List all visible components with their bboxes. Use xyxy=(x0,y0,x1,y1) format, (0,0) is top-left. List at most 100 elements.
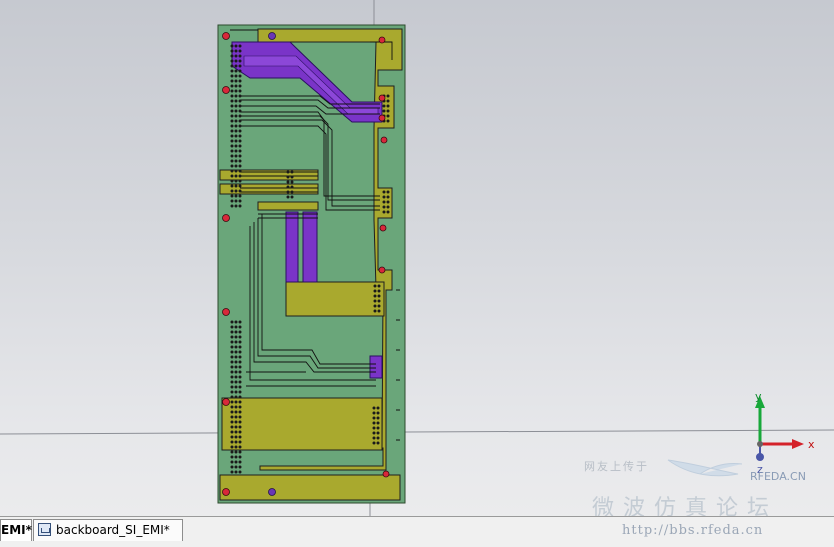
via xyxy=(376,426,380,430)
copper-block-lower xyxy=(221,397,383,451)
via xyxy=(373,299,377,303)
via xyxy=(377,294,381,298)
via xyxy=(238,149,242,153)
via xyxy=(234,330,238,334)
via xyxy=(286,190,290,194)
via xyxy=(386,190,390,194)
via xyxy=(230,450,234,454)
via xyxy=(372,411,376,415)
tab-backboard-si-emi[interactable]: backboard_SI_EMI* xyxy=(33,519,183,541)
via xyxy=(382,104,386,108)
via xyxy=(234,335,238,339)
via xyxy=(238,104,242,108)
via xyxy=(230,179,234,183)
via xyxy=(376,411,380,415)
via xyxy=(234,174,238,178)
via xyxy=(238,405,242,409)
via xyxy=(234,99,238,103)
via xyxy=(230,435,234,439)
watermark-bird-logo xyxy=(667,459,743,477)
via xyxy=(290,185,294,189)
via xyxy=(234,124,238,128)
via xyxy=(234,89,238,93)
pcb-board[interactable] xyxy=(217,24,406,504)
via xyxy=(377,309,381,313)
via xyxy=(386,205,390,209)
via xyxy=(386,119,390,123)
purple-trace-vertical-1 xyxy=(285,211,299,283)
via xyxy=(238,124,242,128)
via xyxy=(386,99,390,103)
via xyxy=(234,194,238,198)
via xyxy=(382,200,386,204)
via xyxy=(234,134,238,138)
via xyxy=(238,169,242,173)
via xyxy=(382,190,386,194)
via xyxy=(238,425,242,429)
via xyxy=(376,441,380,445)
x-axis-label: x xyxy=(808,438,815,451)
via xyxy=(234,350,238,354)
via xyxy=(230,390,234,394)
via xyxy=(230,365,234,369)
via xyxy=(230,49,234,53)
via xyxy=(238,355,242,359)
via xyxy=(230,114,234,118)
via xyxy=(377,304,381,308)
purple-pad-connector xyxy=(369,355,383,379)
via xyxy=(238,445,242,449)
via xyxy=(230,154,234,158)
via xyxy=(230,355,234,359)
via xyxy=(234,94,238,98)
watermark-forum-name: 微波仿真论坛 xyxy=(592,496,779,516)
via xyxy=(238,385,242,389)
via xyxy=(238,370,242,374)
via xyxy=(230,470,234,474)
axis-origin xyxy=(757,441,763,447)
via xyxy=(238,179,242,183)
via xyxy=(230,199,234,203)
via xyxy=(373,284,377,288)
via xyxy=(230,410,234,414)
via xyxy=(230,204,234,208)
via xyxy=(386,114,390,118)
via xyxy=(230,395,234,399)
via xyxy=(382,195,386,199)
via xyxy=(230,194,234,198)
via xyxy=(238,330,242,334)
via xyxy=(372,406,376,410)
tab-label: EMI* xyxy=(1,523,32,537)
via xyxy=(230,59,234,63)
via xyxy=(230,94,234,98)
via xyxy=(238,94,242,98)
via xyxy=(372,431,376,435)
via xyxy=(238,119,242,123)
via xyxy=(372,426,376,430)
via xyxy=(234,455,238,459)
via xyxy=(238,455,242,459)
via xyxy=(386,210,390,214)
via xyxy=(373,289,377,293)
x-axis-arrowhead xyxy=(792,439,804,449)
via xyxy=(238,465,242,469)
tab-emi[interactable]: EMI* xyxy=(0,519,32,541)
via xyxy=(382,210,386,214)
via xyxy=(234,410,238,414)
via xyxy=(234,465,238,469)
via xyxy=(238,174,242,178)
via xyxy=(234,79,238,83)
via xyxy=(230,360,234,364)
via xyxy=(238,69,242,73)
copper-block-middle xyxy=(285,281,385,317)
via xyxy=(234,440,238,444)
via xyxy=(238,435,242,439)
via xyxy=(238,189,242,193)
via xyxy=(234,69,238,73)
via xyxy=(377,289,381,293)
3d-viewport[interactable]: y x z 网友上传于 RFEDA.CN 微波仿真论坛 xyxy=(0,0,834,516)
via xyxy=(290,170,294,174)
via xyxy=(234,164,238,168)
via xyxy=(234,435,238,439)
pcb-3d-scene xyxy=(0,0,834,516)
via xyxy=(382,205,386,209)
